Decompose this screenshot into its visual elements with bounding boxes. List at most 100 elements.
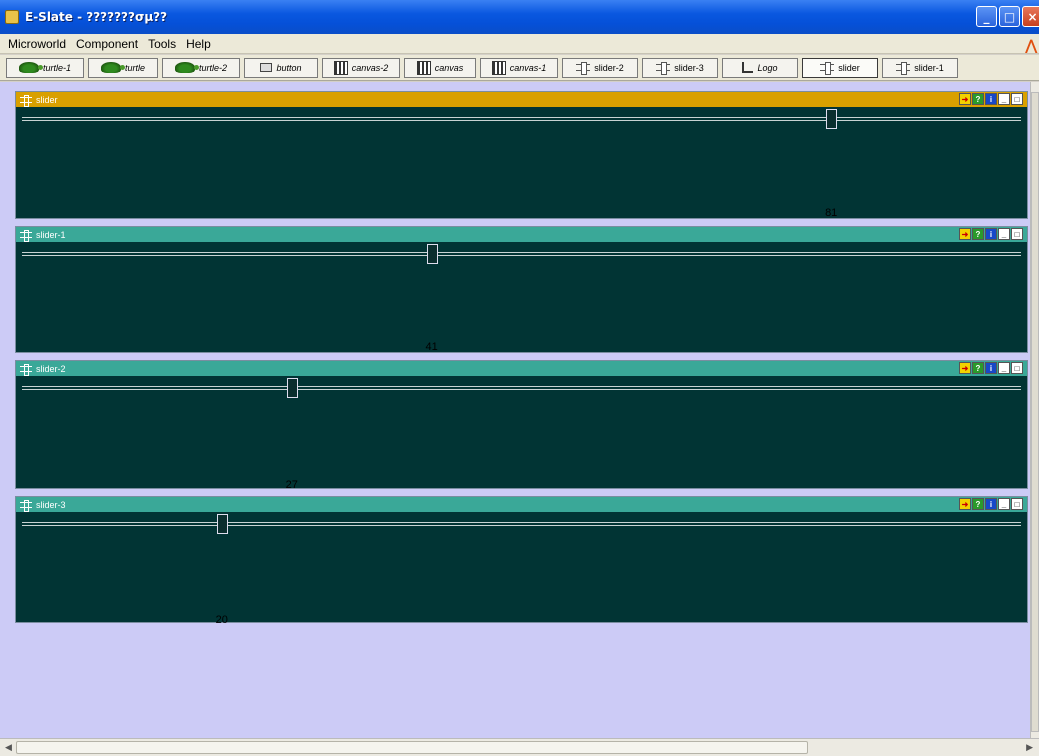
slider-2-panel: slider-2 ➜ ? i _ □ 27	[15, 360, 1028, 491]
info-icon[interactable]: i	[985, 228, 997, 240]
toolbar-button-slider[interactable]: slider	[802, 57, 878, 78]
panel-title-bar[interactable]: slider-3 ➜ ? i _ □	[16, 497, 1027, 512]
vertical-scrollbar[interactable]	[1030, 82, 1039, 738]
slider-body: 41	[16, 242, 1027, 353]
toolbar-button-label: canvas	[434, 62, 464, 73]
toolbar-button-label: slider-3	[674, 62, 704, 73]
turtle-icon	[174, 62, 199, 73]
help-icon[interactable]: ?	[972, 362, 984, 374]
slider-1-panel: slider-1 ➜ ? i _ □ 41	[15, 226, 1028, 353]
toolbar-button-canvas-2[interactable]: canvas-2	[322, 57, 400, 78]
slider-value: 20	[215, 614, 228, 626]
slider-value: 41	[425, 341, 438, 353]
toolbar-button-label: turtle-1	[42, 62, 71, 73]
window-controls: _ □ ×	[976, 6, 1039, 27]
maximize-button[interactable]: □	[999, 6, 1020, 27]
toolbar-button-label: slider-1	[914, 62, 944, 73]
plug-icon[interactable]: ➜	[959, 228, 971, 240]
slider-icon	[576, 62, 591, 75]
panel-title-bar[interactable]: slider-1 ➜ ? i _ □	[16, 227, 1027, 242]
slider-icon	[820, 62, 835, 75]
slider-body: 81	[16, 107, 1027, 219]
slider-knob[interactable]	[216, 514, 228, 534]
slider-track[interactable]	[22, 117, 1021, 121]
toolbar-button-label: button	[276, 62, 302, 73]
slider-value: 27	[285, 479, 298, 491]
help-icon[interactable]: ?	[972, 228, 984, 240]
toolbar-button-label: canvas-1	[509, 62, 547, 73]
toolbar-button-label: slider	[838, 62, 860, 73]
minimize-icon[interactable]: _	[998, 362, 1010, 374]
slider-track[interactable]	[22, 386, 1021, 390]
plug-icon[interactable]: ➜	[959, 362, 971, 374]
menu-microworld[interactable]: Microworld	[0, 37, 71, 51]
panel-title-bar[interactable]: slider-2 ➜ ? i _ □	[16, 361, 1027, 376]
slider-track[interactable]	[22, 522, 1021, 526]
toolbar-button-slider-2[interactable]: slider-2	[562, 57, 638, 78]
maximize-icon[interactable]: □	[1011, 498, 1023, 510]
slider-knob[interactable]	[826, 109, 838, 129]
component-toolbar: turtle-1 turtle turtle-2 button canvas-2…	[0, 55, 1039, 81]
menu-component[interactable]: Component	[71, 37, 143, 51]
slider-icon	[20, 229, 32, 242]
menu-tools[interactable]: Tools	[143, 37, 181, 51]
slider-body: 20	[16, 512, 1027, 626]
panel-controls: ➜ ? i _ □	[959, 362, 1023, 374]
maximize-icon[interactable]: □	[1011, 228, 1023, 240]
panel-controls: ➜ ? i _ □	[959, 228, 1023, 240]
menu-help[interactable]: Help	[181, 37, 216, 51]
toolbar-button-slider-1[interactable]: slider-1	[882, 57, 958, 78]
plug-icon[interactable]: ➜	[959, 93, 971, 105]
help-icon[interactable]: ?	[972, 498, 984, 510]
toolbar-button-turtle[interactable]: turtle	[88, 57, 158, 78]
info-icon[interactable]: i	[985, 93, 997, 105]
canvas-icon	[416, 60, 431, 75]
panel-title: slider	[36, 94, 58, 105]
slider-track[interactable]	[22, 252, 1021, 256]
vertical-scrollbar-thumb[interactable]	[1031, 92, 1039, 732]
logo-icon	[742, 62, 754, 73]
scroll-left-icon[interactable]: ◀	[5, 742, 12, 753]
slider-icon	[656, 62, 671, 75]
turtle-icon	[100, 62, 125, 73]
slider-knob[interactable]	[426, 244, 438, 264]
info-icon[interactable]: i	[985, 362, 997, 374]
toolbar-button-label: slider-2	[594, 62, 624, 73]
slider-icon	[20, 94, 32, 107]
help-icon[interactable]: ?	[972, 93, 984, 105]
minimize-icon[interactable]: _	[998, 498, 1010, 510]
menu-bar: Microworld Component Tools Help ⋀	[0, 34, 1039, 54]
close-button[interactable]: ×	[1022, 6, 1039, 27]
toolbar-button-label: turtle-2	[198, 62, 227, 73]
toolbar-button-canvas[interactable]: canvas	[404, 57, 476, 78]
slider-icon	[20, 363, 32, 376]
panel-title: slider-2	[36, 363, 66, 374]
minimize-icon[interactable]: _	[998, 93, 1010, 105]
minimize-button[interactable]: _	[976, 6, 997, 27]
maximize-icon[interactable]: □	[1011, 362, 1023, 374]
slider-value: 81	[825, 207, 838, 219]
canvas-icon	[333, 60, 348, 75]
info-icon[interactable]: i	[985, 498, 997, 510]
window-title: E-Slate - ???????σμ??	[25, 10, 168, 24]
horizontal-scrollbar-thumb[interactable]	[16, 741, 808, 754]
canvas-icon	[491, 60, 506, 75]
slider-body: 27	[16, 376, 1027, 491]
horizontal-scrollbar[interactable]: ◀ ▶	[0, 738, 1039, 756]
panel-title-bar[interactable]: slider ➜ ? i _ □	[16, 92, 1027, 107]
panel-title: slider-3	[36, 499, 66, 510]
maximize-icon[interactable]: □	[1011, 93, 1023, 105]
scroll-right-icon[interactable]: ▶	[1026, 742, 1033, 753]
toolbar-button-slider-3[interactable]: slider-3	[642, 57, 718, 78]
slider-icon	[20, 499, 32, 512]
toolbar-button-turtle-1[interactable]: turtle-1	[6, 57, 84, 78]
minimize-icon[interactable]: _	[998, 228, 1010, 240]
toolbar-button-logo[interactable]: Logo	[722, 57, 798, 78]
toolbar-button-turtle-2[interactable]: turtle-2	[162, 57, 240, 78]
slider-icon	[896, 62, 911, 75]
toolbar-button-button[interactable]: button	[244, 57, 318, 78]
toolbar-button-canvas-1[interactable]: canvas-1	[480, 57, 558, 78]
slider-knob[interactable]	[286, 378, 298, 398]
plug-icon[interactable]: ➜	[959, 498, 971, 510]
title-bar: E-Slate - ???????σμ?? _ □ ×	[0, 0, 1039, 34]
